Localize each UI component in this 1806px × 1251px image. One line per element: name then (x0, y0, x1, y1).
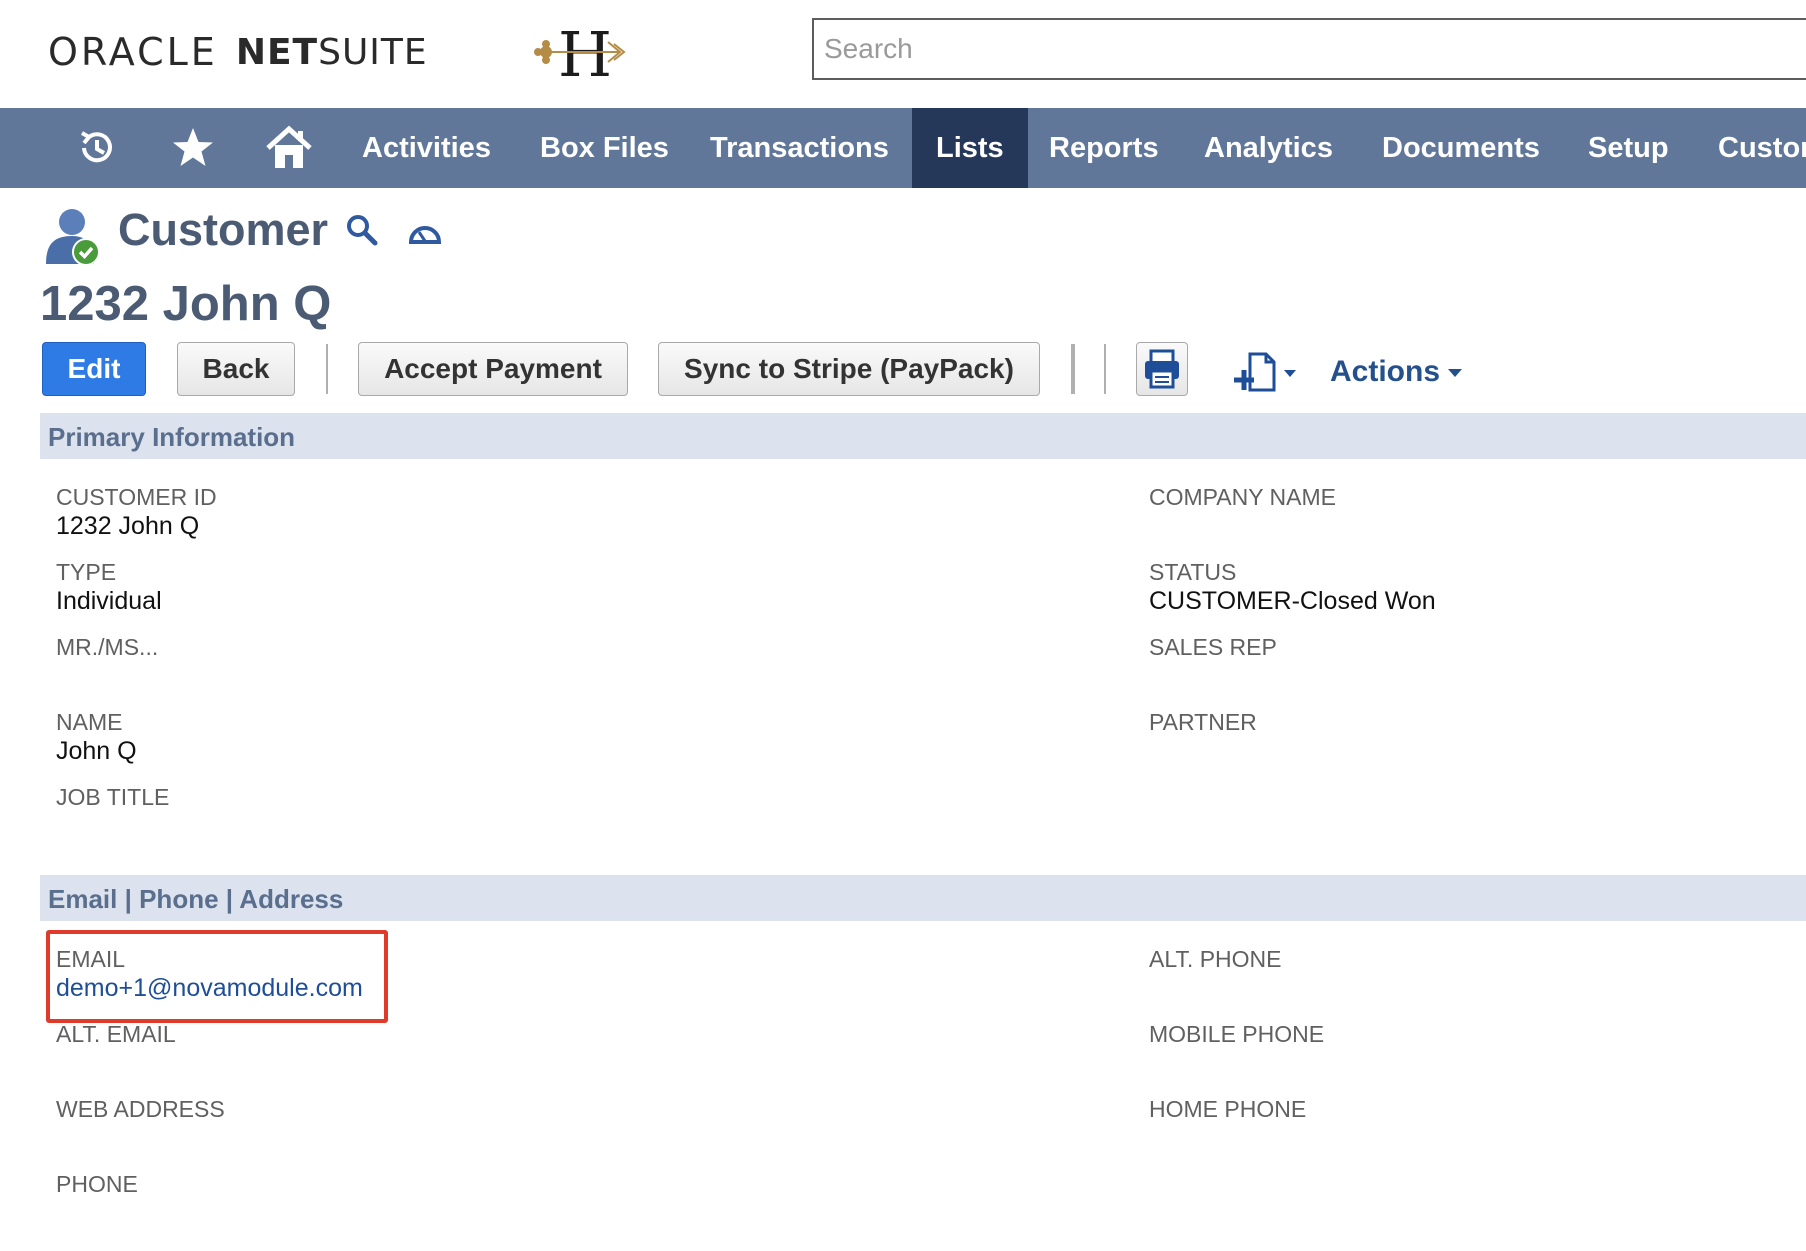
mobile-phone-label: MOBILE PHONE (1149, 1021, 1325, 1047)
nav-setup[interactable]: Setup (1564, 108, 1693, 188)
record-type-title: Customer (118, 204, 329, 255)
phone-label: PHONE (56, 1171, 138, 1197)
customer-record-icon (46, 209, 100, 266)
nav-documents[interactable]: Documents (1358, 108, 1564, 188)
toolbar-divider (1104, 344, 1106, 394)
dashboard-icon[interactable] (406, 216, 444, 250)
print-button[interactable] (1136, 342, 1188, 396)
netsuite-wordmark: NETSUITE (235, 31, 428, 73)
section-title: Email | Phone | Address (48, 884, 344, 914)
chevron-down-icon (1448, 369, 1463, 378)
search-icon[interactable] (344, 212, 380, 248)
new-record-icon[interactable] (1232, 350, 1300, 396)
mr-ms-label: MR./MS... (56, 634, 159, 660)
email-highlight-box (46, 930, 388, 1023)
record-name: 1232 John Q (40, 277, 332, 331)
main-nav-bar: Activities Box Files Transactions Lists … (0, 108, 1806, 188)
nav-activities[interactable]: Activities (338, 108, 515, 188)
toolbar-divider (326, 344, 328, 394)
back-button[interactable]: Back (177, 342, 295, 396)
actions-label: Actions (1330, 355, 1441, 388)
customer-id-value: 1232 John Q (56, 512, 200, 540)
email-phone-address-header[interactable]: Email | Phone | Address (40, 875, 1806, 921)
oracle-netsuite-logo[interactable]: ORACLE NETSUITE (48, 30, 428, 74)
nav-reports[interactable]: Reports (1025, 108, 1183, 188)
oracle-wordmark: ORACLE (48, 30, 218, 74)
nav-box-files[interactable]: Box Files (516, 108, 693, 188)
web-address-label: WEB ADDRESS (56, 1096, 225, 1122)
section-title: Primary Information (48, 422, 296, 452)
nav-analytics[interactable]: Analytics (1180, 108, 1357, 188)
status-value: CUSTOMER-Closed Won (1149, 587, 1436, 615)
company-logo: H (534, 20, 626, 86)
alt-email-label: ALT. EMAIL (56, 1021, 176, 1047)
home-icon[interactable] (264, 124, 314, 172)
nav-transactions[interactable]: Transactions (686, 108, 913, 188)
company-name-label: COMPANY NAME (1149, 484, 1337, 510)
alt-phone-label: ALT. PHONE (1149, 946, 1282, 972)
name-label: NAME (56, 709, 123, 735)
customer-id-label: CUSTOMER ID (56, 484, 217, 510)
actions-menu[interactable]: Actions (1330, 355, 1463, 389)
job-title-label: JOB TITLE (56, 784, 170, 810)
star-icon[interactable] (168, 124, 218, 172)
primary-information-header[interactable]: Primary Information (40, 413, 1806, 459)
global-search-input[interactable] (812, 18, 1806, 80)
type-label: TYPE (56, 559, 117, 585)
name-value: John Q (56, 737, 137, 765)
accept-payment-button[interactable]: Accept Payment (358, 342, 628, 396)
status-label: STATUS (1149, 559, 1237, 585)
sales-rep-label: SALES REP (1149, 634, 1277, 660)
toolbar-divider (1071, 344, 1075, 394)
printer-icon (1145, 349, 1179, 389)
nav-lists[interactable]: Lists (912, 108, 1028, 188)
edit-button[interactable]: Edit (42, 342, 146, 396)
type-value: Individual (56, 587, 162, 615)
home-phone-label: HOME PHONE (1149, 1096, 1307, 1122)
nav-custom[interactable]: Custom (1694, 108, 1806, 188)
partner-label: PARTNER (1149, 709, 1257, 735)
sync-to-stripe-button[interactable]: Sync to Stripe (PayPack) (658, 342, 1040, 396)
recent-records-icon[interactable] (72, 124, 122, 172)
